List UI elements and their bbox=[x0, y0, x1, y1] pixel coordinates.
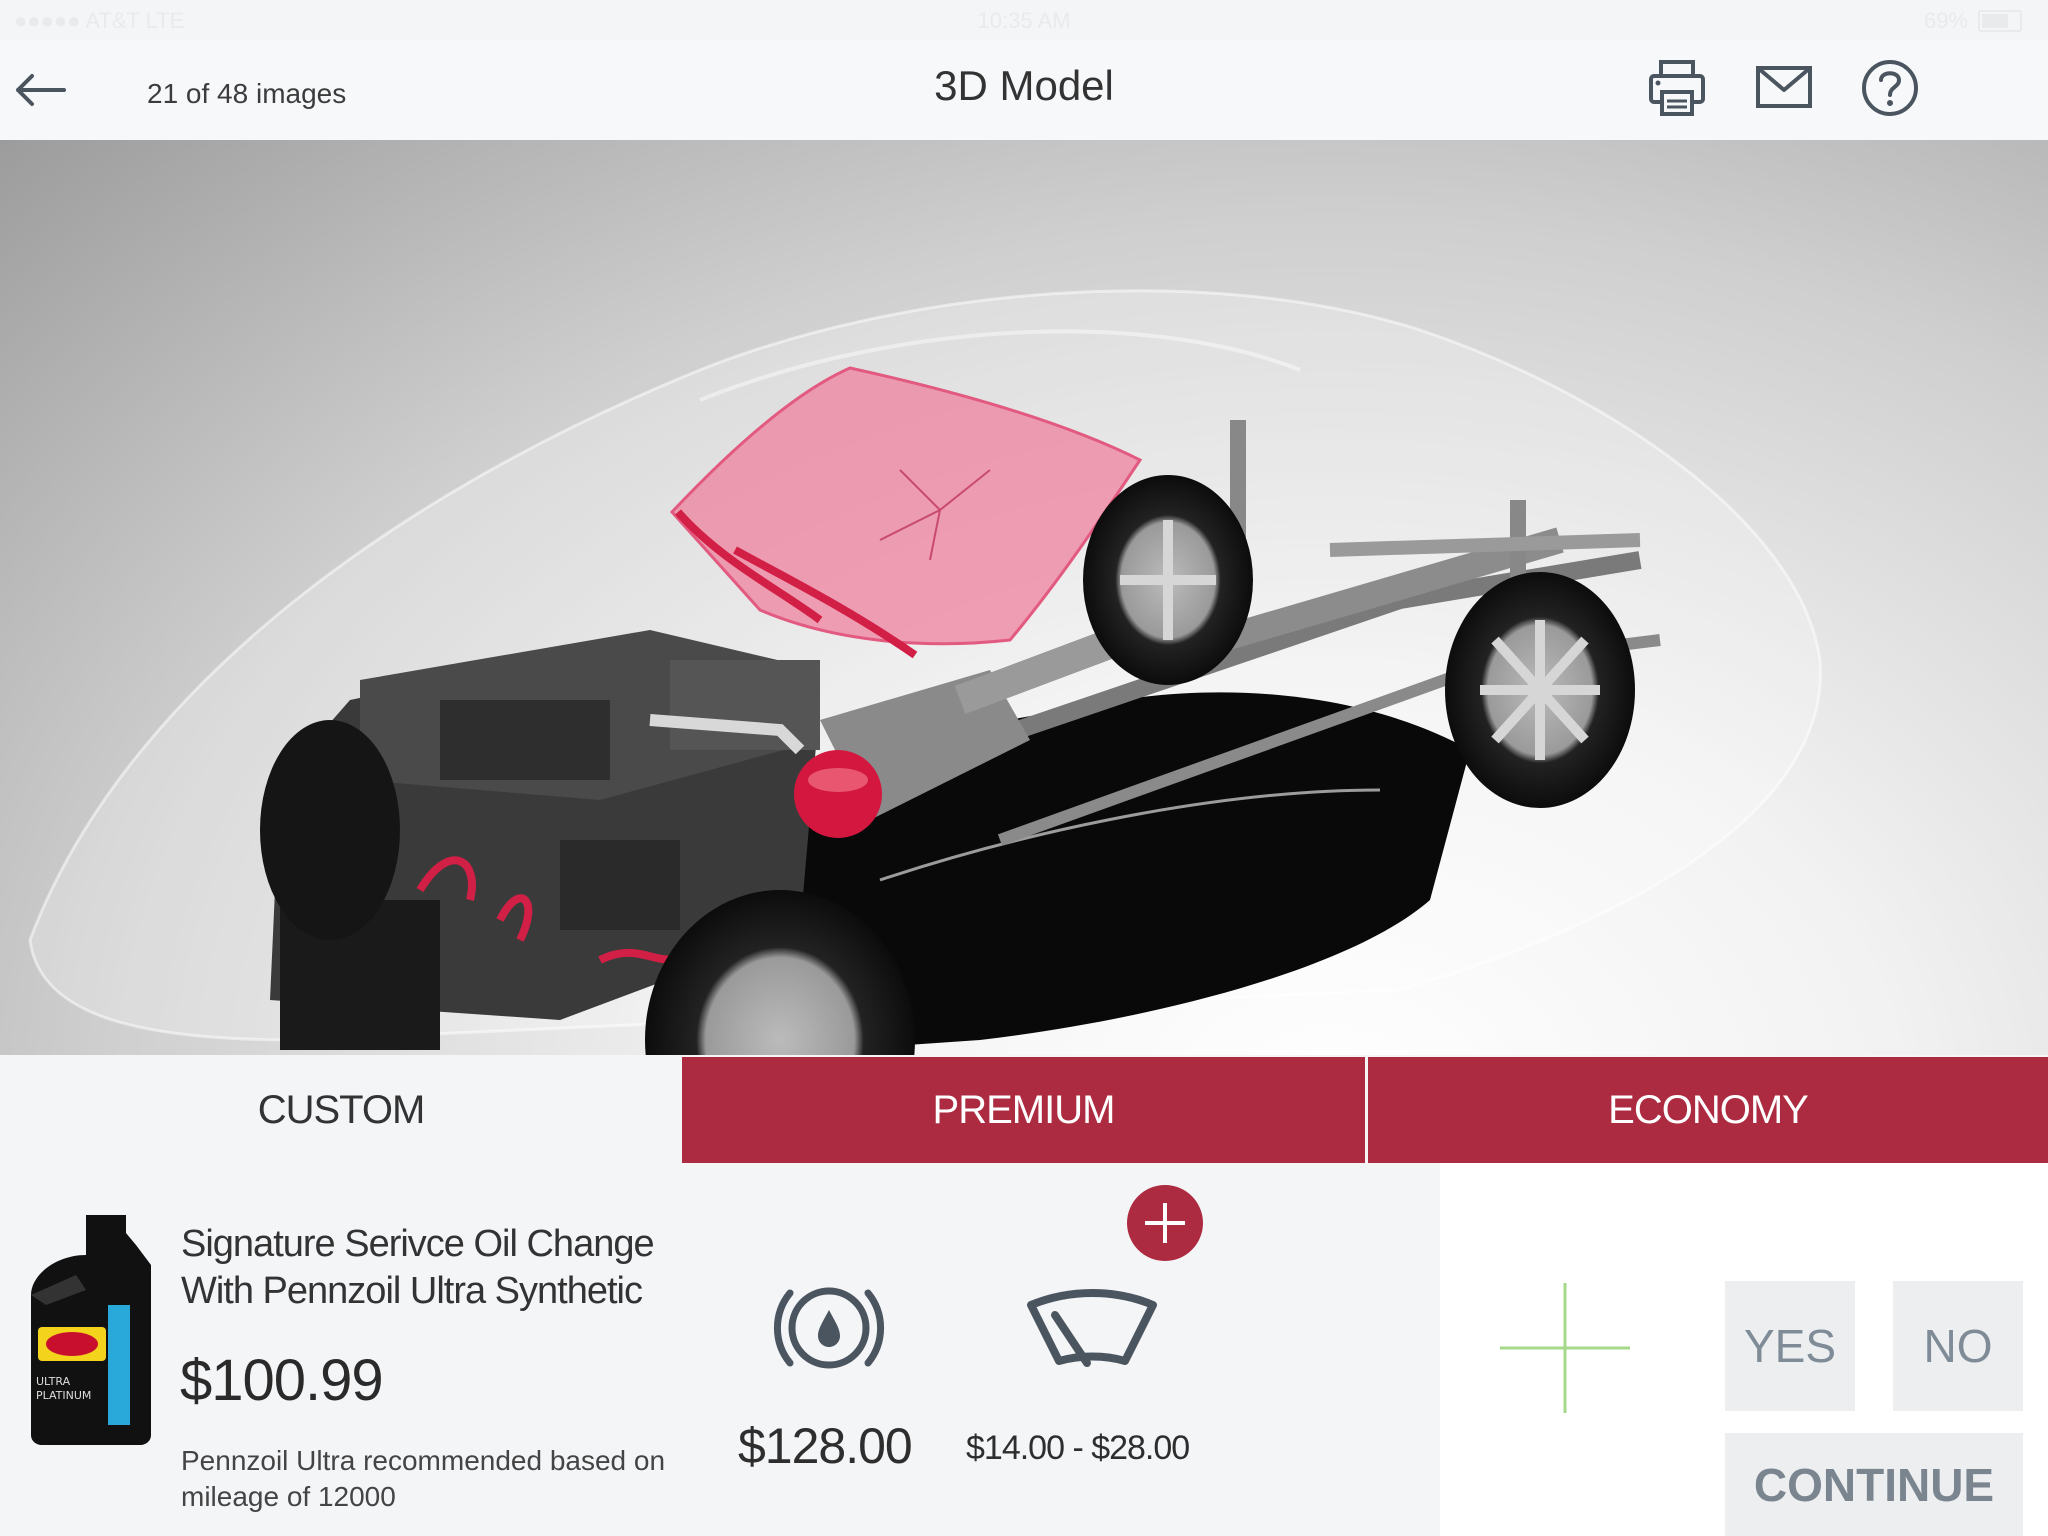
bottle-label-text: ULTRA bbox=[36, 1375, 71, 1388]
wiper-service-price: $14.00 - $28.00 bbox=[966, 1429, 1190, 1467]
tab-premium[interactable]: PREMIUM bbox=[682, 1057, 1365, 1163]
wiper-icon[interactable] bbox=[1025, 1283, 1159, 1369]
package-tabs: CUSTOM PREMIUM ECONOMY bbox=[0, 1057, 2048, 1163]
product-name-line2: With Pennzoil Ultra Synthetic bbox=[181, 1270, 643, 1312]
oil-bottle-image: ULTRA PLATINUM bbox=[26, 1215, 156, 1445]
oil-service-price: $128.00 bbox=[738, 1418, 913, 1474]
header-bar: 21 of 48 images 3D Model bbox=[0, 40, 2048, 140]
3d-model-viewport[interactable] bbox=[0, 140, 2048, 1055]
product-panel: ULTRA PLATINUM Signature Serivce Oil Cha… bbox=[0, 1163, 1440, 1536]
product-name: Signature Serivce Oil Change With Pennzo… bbox=[181, 1221, 701, 1315]
product-price: $100.99 bbox=[180, 1348, 384, 1413]
help-icon[interactable] bbox=[1858, 56, 1922, 120]
continue-button[interactable]: CONTINUE bbox=[1725, 1433, 2023, 1536]
printer-icon[interactable] bbox=[1645, 56, 1709, 120]
tab-custom[interactable]: CUSTOM bbox=[0, 1057, 682, 1163]
add-custom-item-icon[interactable] bbox=[1500, 1283, 1630, 1413]
status-bar: ●●●●● AT&T LTE 10:35 AM 69% bbox=[0, 0, 2048, 40]
battery-icon bbox=[1978, 10, 2022, 32]
yes-button[interactable]: YES bbox=[1725, 1281, 1855, 1411]
car-3d-model bbox=[28, 289, 1823, 1055]
add-service-button[interactable] bbox=[1127, 1185, 1203, 1261]
clock: 10:35 AM bbox=[977, 8, 1071, 33]
battery-indicator: 69% bbox=[1924, 8, 2022, 34]
recommendation-text: Pennzoil Ultra recommended based on mile… bbox=[181, 1445, 666, 1512]
plus-icon bbox=[1145, 1203, 1185, 1243]
tab-economy[interactable]: ECONOMY bbox=[1368, 1057, 2048, 1163]
page-title: 3D Model bbox=[934, 62, 1114, 109]
bottle-label-text-2: PLATINUM bbox=[36, 1389, 91, 1402]
no-button[interactable]: NO bbox=[1893, 1281, 2023, 1411]
battery-percent: 69% bbox=[1923, 8, 1968, 33]
action-panel: YES NO CONTINUE bbox=[1440, 1163, 2048, 1536]
product-name-line1: Signature Serivce Oil Change bbox=[181, 1223, 655, 1265]
oil-drop-icon[interactable] bbox=[762, 1273, 896, 1383]
mail-icon[interactable] bbox=[1752, 56, 1816, 120]
